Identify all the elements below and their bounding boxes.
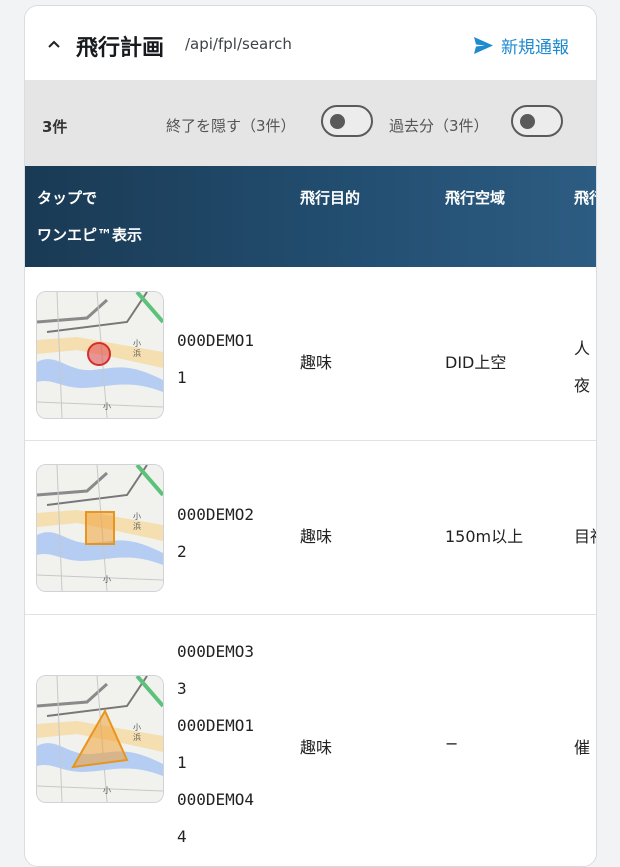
plan-id-line: 000DEMO2 — [177, 505, 255, 524]
airspace-cell: 150m以上 — [445, 527, 524, 546]
map-label: 浜 — [133, 521, 141, 531]
map-label: 小 — [103, 402, 111, 411]
plan-id: 000DEMO1 1 — [177, 322, 287, 396]
table-row[interactable]: 小 浜 小 000DEMO1 1 趣味 DID上空 人 夜 — [25, 267, 596, 441]
purpose-cell: 趣味 — [300, 738, 333, 757]
method-line: 夜 — [574, 376, 591, 395]
hide-finished-label: 終了を隠す（3件） — [166, 117, 296, 135]
airspace-cell: DID上空 — [445, 353, 507, 372]
past-label: 過去分（3件） — [389, 117, 489, 135]
table-header: タップで ワンエピ™表示 飛行目的 飛行空域 飛行 — [25, 166, 596, 267]
method-cell: 人 夜 — [574, 330, 590, 404]
map-image: 小 浜 小 — [37, 676, 163, 802]
page-title: 飛行計画 — [76, 36, 165, 61]
purpose-cell: 趣味 — [300, 353, 333, 372]
chevron-up-icon[interactable] — [47, 37, 61, 51]
map-thumbnail[interactable]: 小 浜 小 — [36, 291, 164, 419]
map-image: 小 浜 小 — [37, 292, 163, 418]
new-report-button[interactable]: 新規通報 — [474, 33, 569, 58]
column-header-method[interactable]: 飛行 — [574, 180, 596, 217]
hide-finished-toggle[interactable] — [321, 105, 373, 137]
column-header-purpose[interactable]: 飛行目的 — [300, 180, 360, 217]
plan-id-line: 000DEMO3 — [177, 642, 255, 661]
plan-id-line: 2 — [177, 542, 187, 561]
column-header-tap-line1: タップで — [37, 189, 98, 207]
plan-id-line: 1 — [177, 753, 187, 772]
toggle-knob — [330, 114, 345, 129]
method-cell: 目視 — [574, 527, 596, 546]
map-label: 小 — [133, 339, 141, 348]
column-header-airspace[interactable]: 飛行空域 — [445, 180, 505, 217]
method-line: 人 — [574, 339, 591, 358]
plan-id-line: 3 — [177, 679, 187, 698]
map-label: 小 — [133, 723, 141, 732]
column-header-tap-line2: ワンエピ™表示 — [37, 226, 143, 244]
column-header-tap: タップで ワンエピ™表示 — [37, 180, 142, 254]
table-row[interactable]: 小 浜 小 000DEMO2 2 趣味 150m以上 目視 — [25, 441, 596, 615]
map-thumbnail[interactable]: 小 浜 小 — [36, 464, 164, 592]
plan-id-line: 000DEMO1 — [177, 716, 255, 735]
plan-id-line: 000DEMO4 — [177, 790, 255, 809]
past-toggle[interactable] — [511, 105, 563, 137]
map-label: 浜 — [133, 732, 141, 742]
plan-id: 000DEMO3 3 000DEMO1 1 000DEMO4 4 — [177, 633, 287, 855]
map-label: 小 — [103, 575, 111, 584]
table-row[interactable]: 小 浜 小 000DEMO3 3 000DEMO1 1 000DEMO4 4 趣… — [25, 615, 596, 866]
plan-id-line: 4 — [177, 827, 187, 846]
map-image: 小 浜 小 — [37, 465, 163, 591]
new-report-label: 新規通報 — [501, 38, 569, 58]
filter-bar: 3件 終了を隠す（3件） 過去分（3件） — [25, 80, 596, 166]
result-count: 3件 — [42, 118, 68, 136]
plan-id-line: 000DEMO1 — [177, 331, 255, 350]
flight-area-circle — [87, 342, 111, 366]
plan-id: 000DEMO2 2 — [177, 496, 287, 570]
map-thumbnail[interactable]: 小 浜 小 — [36, 675, 164, 803]
panel-header: 飛行計画 /api/fpl/search 新規通報 — [25, 6, 596, 80]
purpose-cell: 趣味 — [300, 527, 333, 546]
map-label: 小 — [133, 512, 141, 521]
toggle-knob — [520, 114, 535, 129]
map-label: 小 — [103, 786, 111, 795]
send-icon — [474, 37, 493, 54]
flight-plan-panel: 飛行計画 /api/fpl/search 新規通報 3件 終了を隠す（3件） 過… — [24, 5, 597, 867]
flight-area-square — [85, 511, 115, 545]
map-label: 浜 — [133, 348, 141, 358]
airspace-cell: − — [445, 734, 459, 753]
api-endpoint-label: /api/fpl/search — [185, 35, 292, 53]
method-cell: 催 — [574, 738, 591, 757]
plan-id-line: 1 — [177, 368, 187, 387]
